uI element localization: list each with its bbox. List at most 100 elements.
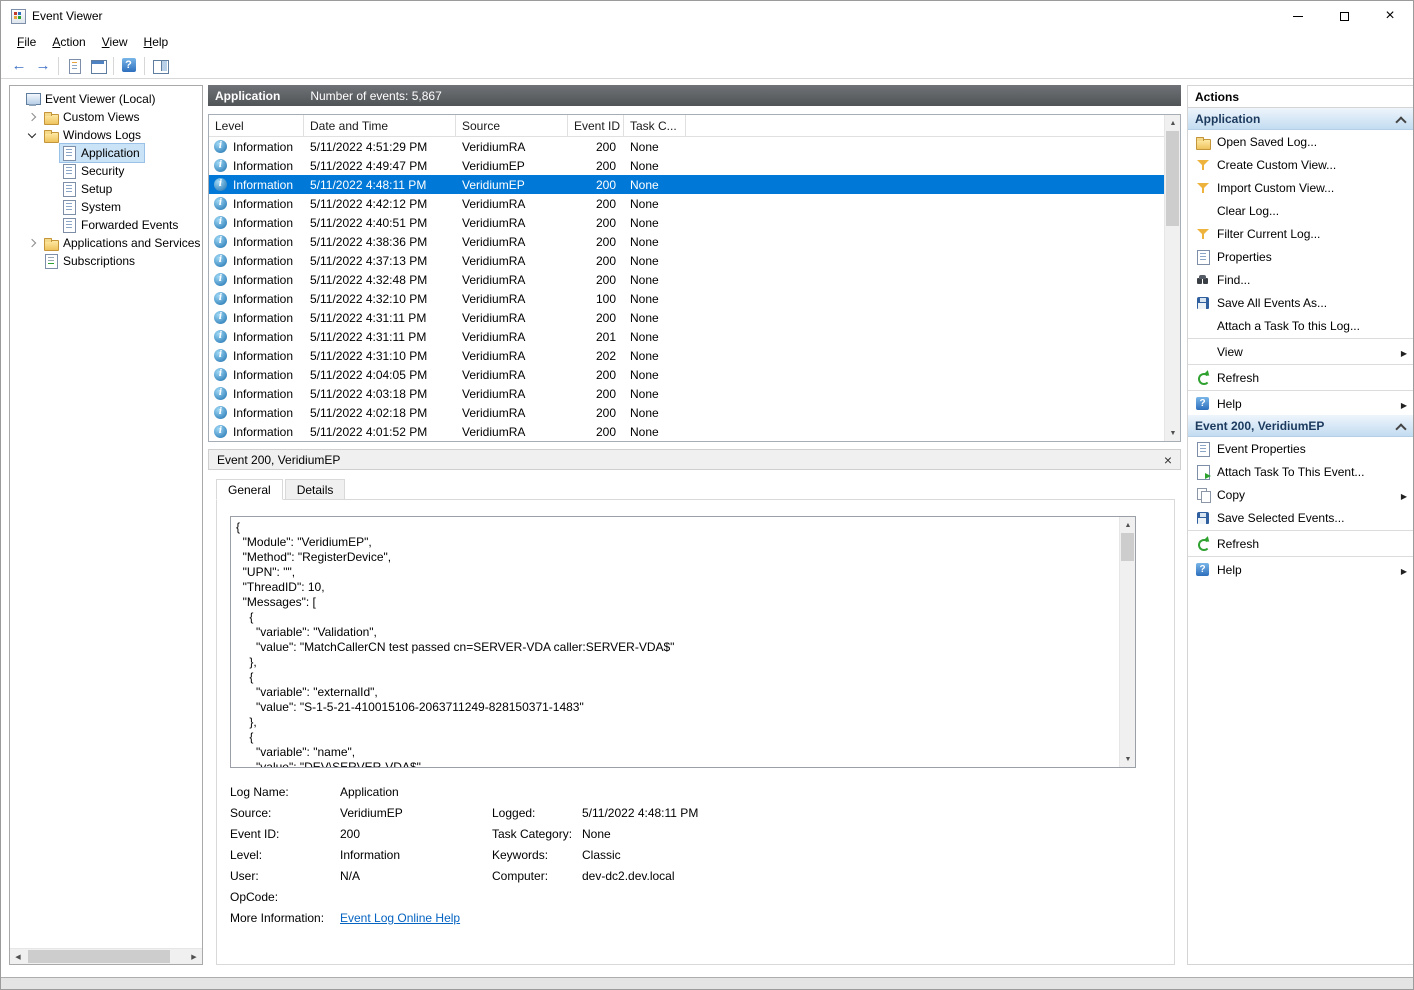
close-button[interactable] xyxy=(1367,1,1413,31)
titlebar: Event Viewer xyxy=(1,1,1413,31)
expand-arrow-icon[interactable] xyxy=(23,234,41,252)
forward-button[interactable] xyxy=(31,55,55,77)
event-level: Information xyxy=(233,178,293,192)
action-filter-current-log[interactable]: Filter Current Log... xyxy=(1188,222,1414,245)
event-row[interactable]: Information5/11/2022 4:49:47 PMVeridiumE… xyxy=(209,156,1164,175)
tree-item-event-viewer-local[interactable]: Event Viewer (Local) xyxy=(10,90,202,108)
maximize-button[interactable] xyxy=(1321,1,1367,31)
scroll-left-button[interactable] xyxy=(10,949,26,965)
event-row[interactable]: Information5/11/2022 4:01:52 PMVeridiumR… xyxy=(209,422,1164,441)
event-row[interactable]: Information5/11/2022 4:31:11 PMVeridiumR… xyxy=(209,327,1164,346)
tree-item-forwarded-events[interactable]: Forwarded Events xyxy=(10,216,202,234)
scrollbar-track[interactable] xyxy=(26,949,186,964)
column-header-event-id[interactable]: Event ID xyxy=(568,115,624,136)
event-row[interactable]: Information5/11/2022 4:32:48 PMVeridiumR… xyxy=(209,270,1164,289)
open-saved-log-button[interactable] xyxy=(62,55,86,77)
field-value: dev-dc2.dev.local xyxy=(582,869,1136,890)
event-row[interactable]: Information5/11/2022 4:42:12 PMVeridiumR… xyxy=(209,194,1164,213)
event-row[interactable]: Information5/11/2022 4:32:10 PMVeridiumR… xyxy=(209,289,1164,308)
action-help[interactable]: Help xyxy=(1188,558,1414,581)
separator xyxy=(1188,338,1414,339)
icon-spacer xyxy=(1195,318,1211,334)
action-refresh[interactable]: Refresh xyxy=(1188,532,1414,555)
description-line: "value": "DEV\SERVER-VDA$" xyxy=(236,760,1119,767)
collapse-section-icon[interactable] xyxy=(1396,421,1406,431)
event-row[interactable]: Information5/11/2022 4:31:10 PMVeridiumR… xyxy=(209,346,1164,365)
action-save-selected-events[interactable]: Save Selected Events... xyxy=(1188,506,1414,529)
scroll-up-button[interactable] xyxy=(1165,115,1181,131)
event-date: 5/11/2022 4:04:05 PM xyxy=(304,368,456,382)
column-header-date-and-time[interactable]: Date and Time xyxy=(304,115,456,136)
action-clear-log[interactable]: Clear Log... xyxy=(1188,199,1414,222)
scrollbar-thumb[interactable] xyxy=(1166,131,1179,226)
scroll-up-button[interactable] xyxy=(1120,517,1136,533)
tab-general[interactable]: General xyxy=(216,479,283,500)
scroll-right-button[interactable] xyxy=(186,949,202,965)
field-label: Level: xyxy=(230,848,340,869)
scrollbar-thumb[interactable] xyxy=(1121,533,1134,561)
tree-item-system[interactable]: System xyxy=(10,198,202,216)
list-vertical-scrollbar[interactable] xyxy=(1164,115,1180,441)
menu-help[interactable]: Help xyxy=(136,32,177,52)
event-row[interactable]: Information5/11/2022 4:37:13 PMVeridiumR… xyxy=(209,251,1164,270)
action-attach-a-task-to-this-log[interactable]: Attach a Task To this Log... xyxy=(1188,314,1414,337)
menu-view[interactable]: View xyxy=(94,32,136,52)
show-action-pane-button[interactable] xyxy=(148,55,172,77)
event-row[interactable]: Information5/11/2022 4:03:18 PMVeridiumR… xyxy=(209,384,1164,403)
event-row[interactable]: Information5/11/2022 4:51:29 PMVeridiumR… xyxy=(209,137,1164,156)
tree-item-application[interactable]: Application xyxy=(10,144,202,162)
collapse-section-icon[interactable] xyxy=(1396,114,1406,124)
action-attach-task-to-this-event[interactable]: Attach Task To This Event... xyxy=(1188,460,1414,483)
event-row[interactable]: Information5/11/2022 4:31:11 PMVeridiumR… xyxy=(209,308,1164,327)
scrollbar-thumb[interactable] xyxy=(28,950,170,963)
event-row[interactable]: Information5/11/2022 4:48:11 PMVeridiumE… xyxy=(209,175,1164,194)
action-open-saved-log[interactable]: Open Saved Log... xyxy=(1188,130,1414,153)
action-view[interactable]: View xyxy=(1188,340,1414,363)
tree-item-custom-views[interactable]: Custom Views xyxy=(10,108,202,126)
menu-file[interactable]: File xyxy=(9,32,44,52)
scrollbar-track[interactable] xyxy=(1165,131,1180,425)
expand-arrow-icon[interactable] xyxy=(23,108,41,126)
action-refresh[interactable]: Refresh xyxy=(1188,366,1414,389)
collapse-arrow-icon[interactable] xyxy=(23,126,41,144)
tree-horizontal-scrollbar[interactable] xyxy=(10,948,202,964)
tree-item-security[interactable]: Security xyxy=(10,162,202,180)
back-button[interactable] xyxy=(7,55,31,77)
action-import-custom-view[interactable]: Import Custom View... xyxy=(1188,176,1414,199)
description-scrollbar[interactable] xyxy=(1119,517,1135,767)
column-header-task-c[interactable]: Task C... xyxy=(624,115,686,136)
close-preview-button[interactable] xyxy=(1164,453,1172,467)
action-help[interactable]: Help xyxy=(1188,392,1414,415)
help-button[interactable] xyxy=(117,55,141,77)
menu-action[interactable]: Action xyxy=(44,32,93,52)
tree-item-applications-and-services-lo[interactable]: Applications and Services Lo xyxy=(10,234,202,252)
tree-item-setup[interactable]: Setup xyxy=(10,180,202,198)
tab-details[interactable]: Details xyxy=(285,479,346,500)
action-section-header-event-200-veridiumep[interactable]: Event 200, VeridiumEP xyxy=(1188,415,1414,437)
event-list: Information5/11/2022 4:51:29 PMVeridiumR… xyxy=(209,137,1164,441)
scrollbar-track[interactable] xyxy=(1120,533,1135,751)
event-row[interactable]: Information5/11/2022 4:38:36 PMVeridiumR… xyxy=(209,232,1164,251)
action-save-all-events-as[interactable]: Save All Events As... xyxy=(1188,291,1414,314)
event-row[interactable]: Information5/11/2022 4:02:18 PMVeridiumR… xyxy=(209,403,1164,422)
column-header-level[interactable]: Level xyxy=(209,115,304,136)
toolbar-separator xyxy=(144,57,145,75)
action-create-custom-view[interactable]: Create Custom View... xyxy=(1188,153,1414,176)
event-row[interactable]: Information5/11/2022 4:04:05 PMVeridiumR… xyxy=(209,365,1164,384)
event-row[interactable]: Information5/11/2022 4:40:51 PMVeridiumR… xyxy=(209,213,1164,232)
scroll-down-button[interactable] xyxy=(1165,425,1181,441)
tree-item-windows-logs[interactable]: Windows Logs xyxy=(10,126,202,144)
description-line: "Module": "VeridiumEP", xyxy=(236,535,1119,550)
event-level: Information xyxy=(233,254,293,268)
action-section-header-application[interactable]: Application xyxy=(1188,108,1414,130)
action-event-properties[interactable]: Event Properties xyxy=(1188,437,1414,460)
action-copy[interactable]: Copy xyxy=(1188,483,1414,506)
column-header-source[interactable]: Source xyxy=(456,115,568,136)
minimize-button[interactable] xyxy=(1275,1,1321,31)
action-find[interactable]: Find... xyxy=(1188,268,1414,291)
show-console-tree-button[interactable] xyxy=(86,55,110,77)
scroll-down-button[interactable] xyxy=(1120,751,1136,767)
event-log-online-help-link[interactable]: Event Log Online Help xyxy=(340,911,492,932)
tree-item-subscriptions[interactable]: Subscriptions xyxy=(10,252,202,270)
action-properties[interactable]: Properties xyxy=(1188,245,1414,268)
